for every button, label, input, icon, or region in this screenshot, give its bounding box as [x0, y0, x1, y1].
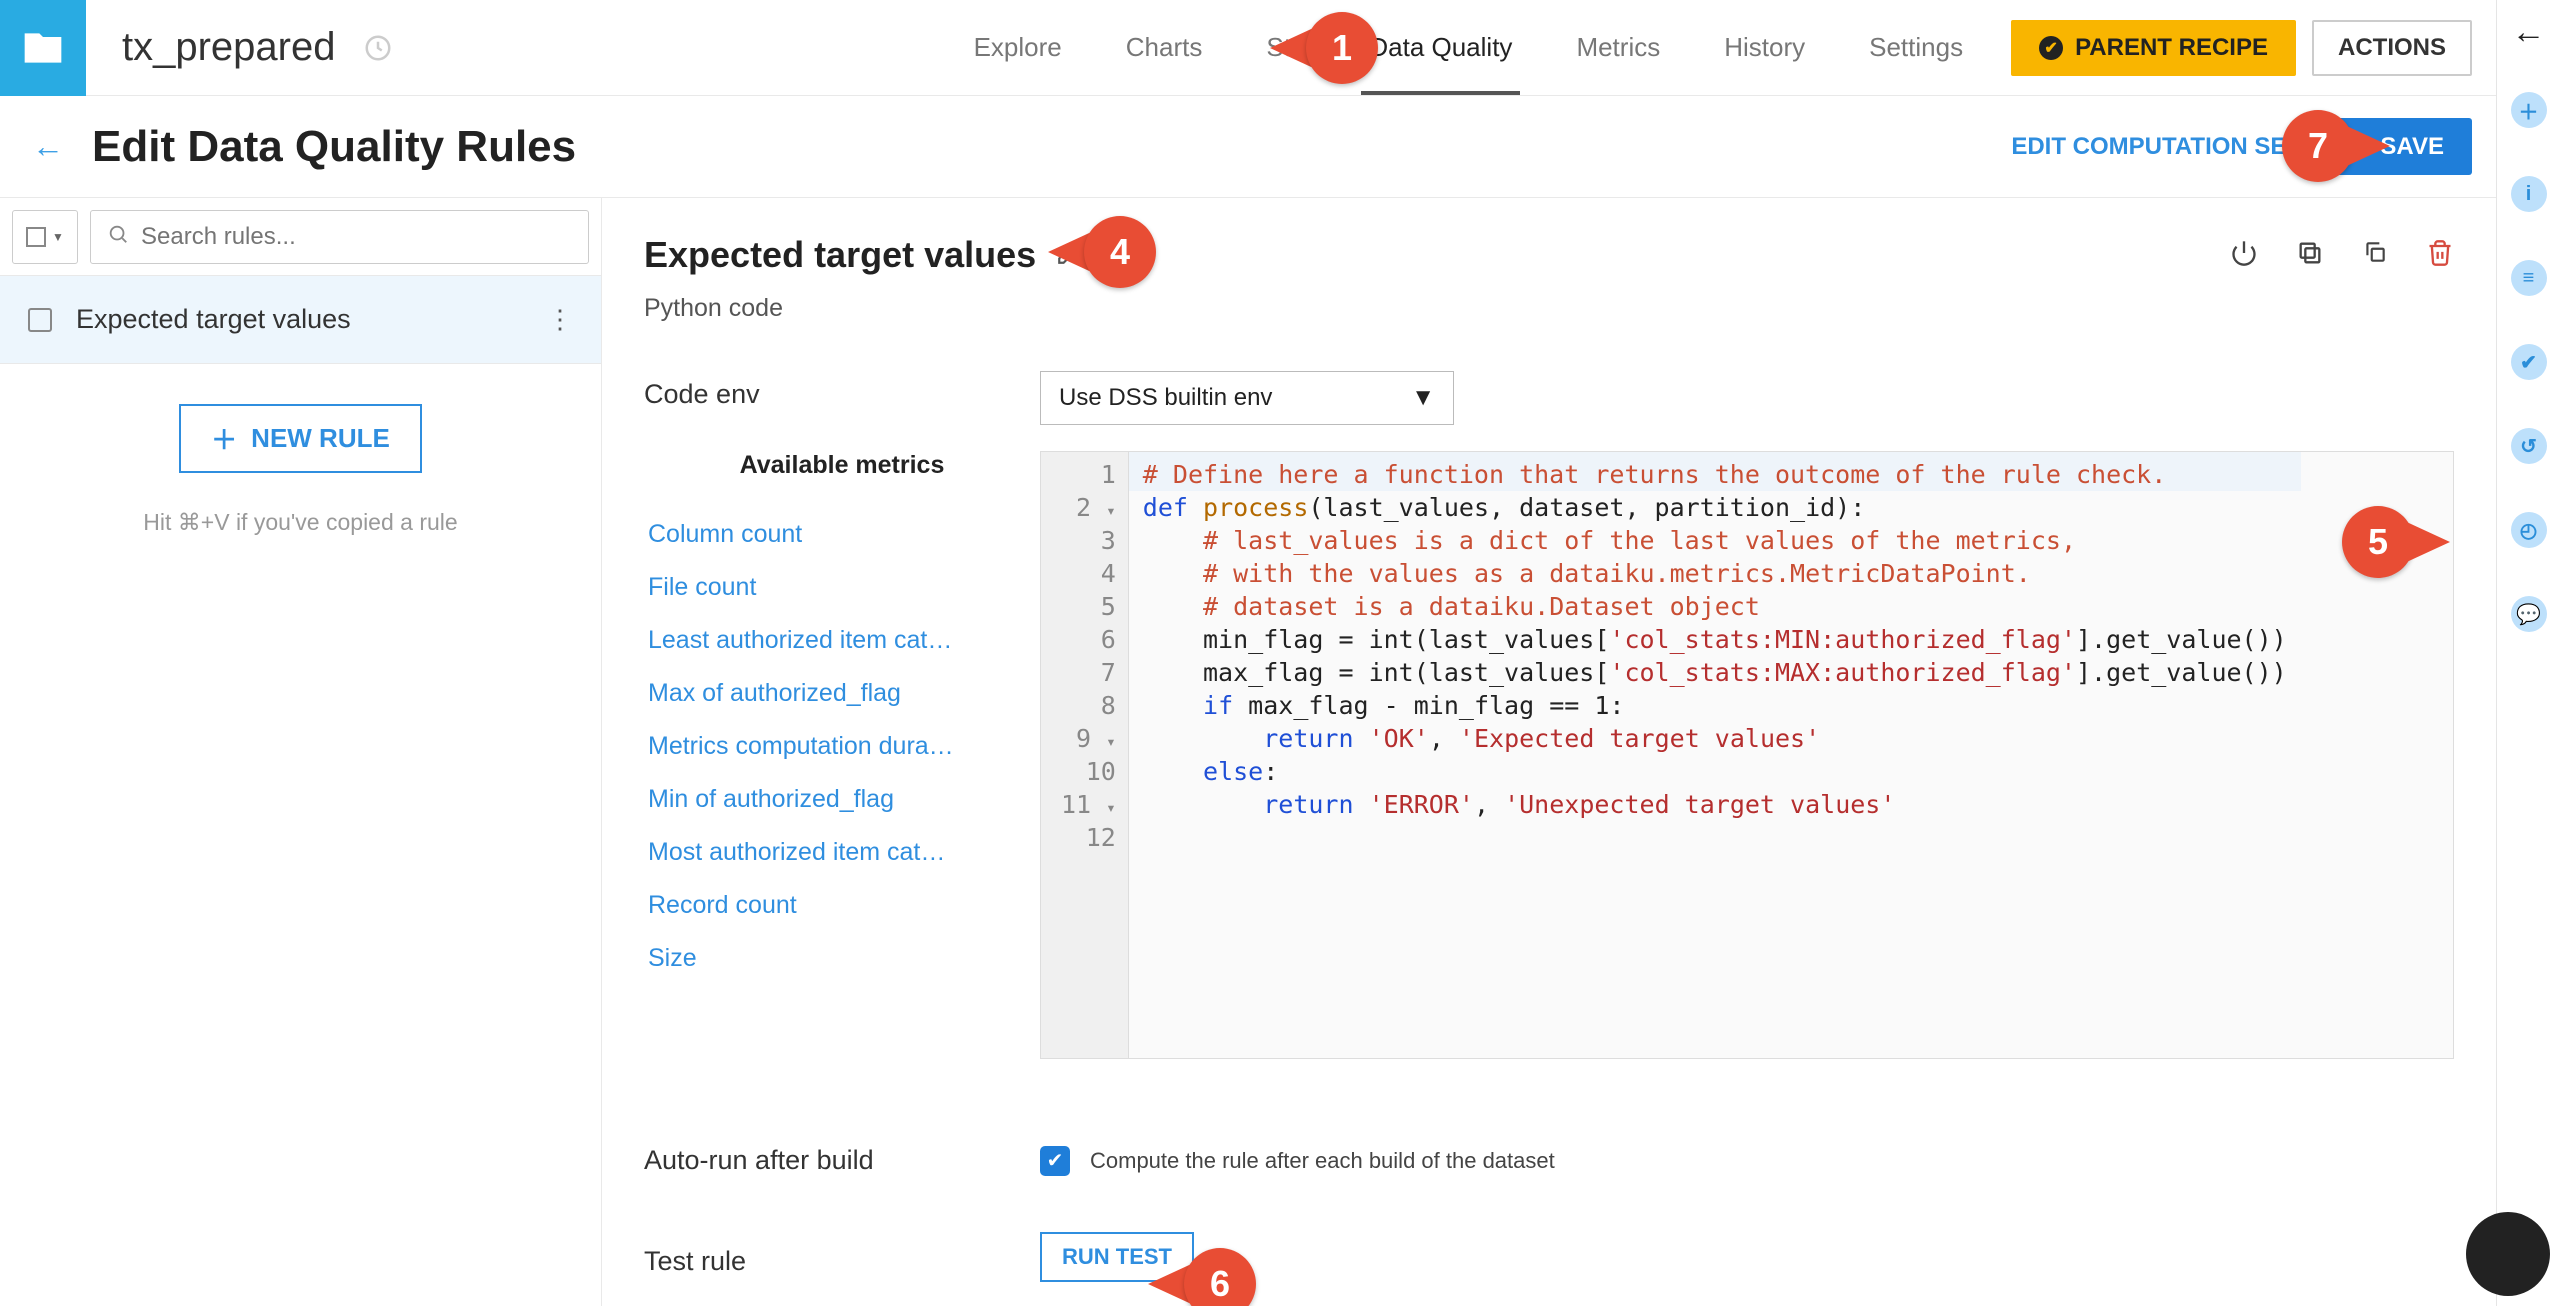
- search-rules-input[interactable]: [141, 223, 572, 251]
- duplicate-icon[interactable]: [2296, 239, 2324, 272]
- dataset-type-icon[interactable]: [0, 0, 86, 96]
- parent-recipe-button[interactable]: ✔ PARENT RECIPE: [2011, 20, 2296, 76]
- available-metric-item[interactable]: Size: [644, 932, 1040, 985]
- help-bubble[interactable]: [2466, 1212, 2550, 1296]
- history-icon[interactable]: [363, 33, 393, 63]
- tab-history[interactable]: History: [1724, 0, 1805, 95]
- check-icon: ✔: [2039, 36, 2063, 60]
- code-env-select[interactable]: Use DSS builtin env ▼: [1040, 371, 1454, 425]
- auto-run-label: Auto-run after build: [644, 1145, 1040, 1176]
- available-metric-item[interactable]: Record count: [644, 879, 1040, 932]
- rail-back-icon[interactable]: ←: [2512, 20, 2546, 44]
- rules-sidebar: ▼ Expected target values ⋮: [0, 198, 602, 1306]
- rail-add-icon[interactable]: ＋: [2511, 92, 2547, 128]
- tab-metrics[interactable]: Metrics: [1576, 0, 1660, 95]
- available-metric-item[interactable]: Least authorized item cat…: [644, 614, 1040, 667]
- rule-item-label: Expected target values: [76, 304, 523, 335]
- page-header: ← Edit Data Quality Rules EDIT COMPUTATI…: [0, 96, 2496, 198]
- run-test-button[interactable]: RUN TEST: [1040, 1232, 1194, 1282]
- rail-check-icon[interactable]: ✔: [2511, 344, 2547, 380]
- rule-subtype: Python code: [644, 294, 2454, 323]
- available-metric-item[interactable]: File count: [644, 561, 1040, 614]
- actions-button[interactable]: ACTIONS: [2312, 20, 2472, 76]
- available-metric-item[interactable]: Column count: [644, 508, 1040, 561]
- save-button[interactable]: SAVE: [2318, 118, 2472, 175]
- rail-history-icon[interactable]: ↺: [2511, 428, 2547, 464]
- test-rule-label: Test rule: [644, 1238, 1040, 1277]
- rule-title: Expected target values: [644, 234, 1036, 276]
- tab-statistics[interactable]: Sta: [1266, 0, 1305, 95]
- available-metrics-title: Available metrics: [644, 451, 1040, 480]
- available-metrics-panel: Available metrics Column countFile count…: [644, 451, 1040, 985]
- top-header: tx_prepared Explore Charts Sta Data Qual…: [0, 0, 2496, 96]
- auto-run-checkbox[interactable]: ✔: [1040, 1146, 1070, 1176]
- copy-icon[interactable]: [2362, 239, 2388, 272]
- save-label: SAVE: [2380, 133, 2444, 161]
- code-env-label: Code env: [644, 371, 1040, 410]
- page-title: Edit Data Quality Rules: [92, 122, 576, 172]
- select-all-dropdown[interactable]: ▼: [12, 210, 78, 264]
- new-rule-label: NEW RULE: [251, 423, 390, 454]
- tab-charts[interactable]: Charts: [1126, 0, 1203, 95]
- available-metric-item[interactable]: Metrics computation dura…: [644, 720, 1040, 773]
- dataset-name: tx_prepared: [122, 25, 335, 70]
- paste-hint: Hit ⌘+V if you've copied a rule: [143, 509, 457, 536]
- code-editor[interactable]: 12 ▾3456789 ▾1011 ▾12 # Define here a fu…: [1040, 451, 2454, 1059]
- parent-recipe-label: PARENT RECIPE: [2075, 34, 2268, 62]
- power-icon[interactable]: [2230, 239, 2258, 272]
- tab-settings[interactable]: Settings: [1869, 0, 1963, 95]
- dataset-tabs: Explore Charts Sta Data Quality Metrics …: [974, 0, 1963, 95]
- rail-chat-icon[interactable]: 💬: [2511, 596, 2547, 632]
- tab-explore[interactable]: Explore: [974, 0, 1062, 95]
- rule-item-menu-icon[interactable]: ⋮: [547, 304, 573, 335]
- rail-list-icon[interactable]: ≡: [2511, 260, 2547, 296]
- back-arrow-icon[interactable]: ←: [32, 128, 64, 165]
- tab-data-quality[interactable]: Data Quality: [1369, 0, 1512, 95]
- search-rules-wrap: [90, 210, 589, 264]
- search-icon: [107, 223, 129, 250]
- rule-checkbox[interactable]: [28, 308, 52, 332]
- available-metric-item[interactable]: Max of authorized_flag: [644, 667, 1040, 720]
- rule-list-item[interactable]: Expected target values ⋮: [0, 276, 601, 364]
- right-rail: ← ＋ i ≡ ✔ ↺ ◴ 💬: [2496, 0, 2560, 1306]
- new-rule-button[interactable]: ＋ NEW RULE: [179, 404, 422, 473]
- edit-computation-settings-link[interactable]: EDIT COMPUTATION SE: [2011, 133, 2286, 161]
- code-env-value: Use DSS builtin env: [1059, 384, 1272, 412]
- rail-clock-icon[interactable]: ◴: [2511, 512, 2547, 548]
- chevron-down-icon: ▼: [1411, 384, 1435, 412]
- plus-icon: ＋: [211, 420, 237, 457]
- delete-icon[interactable]: [2426, 239, 2454, 272]
- edit-title-icon[interactable]: [1056, 240, 1082, 271]
- rail-info-icon[interactable]: i: [2511, 176, 2547, 212]
- rule-editor: Expected target values: [602, 198, 2496, 1306]
- available-metric-item[interactable]: Min of authorized_flag: [644, 773, 1040, 826]
- available-metric-item[interactable]: Most authorized item cat…: [644, 826, 1040, 879]
- auto-run-desc: Compute the rule after each build of the…: [1090, 1148, 1555, 1174]
- save-icon: [2346, 132, 2368, 161]
